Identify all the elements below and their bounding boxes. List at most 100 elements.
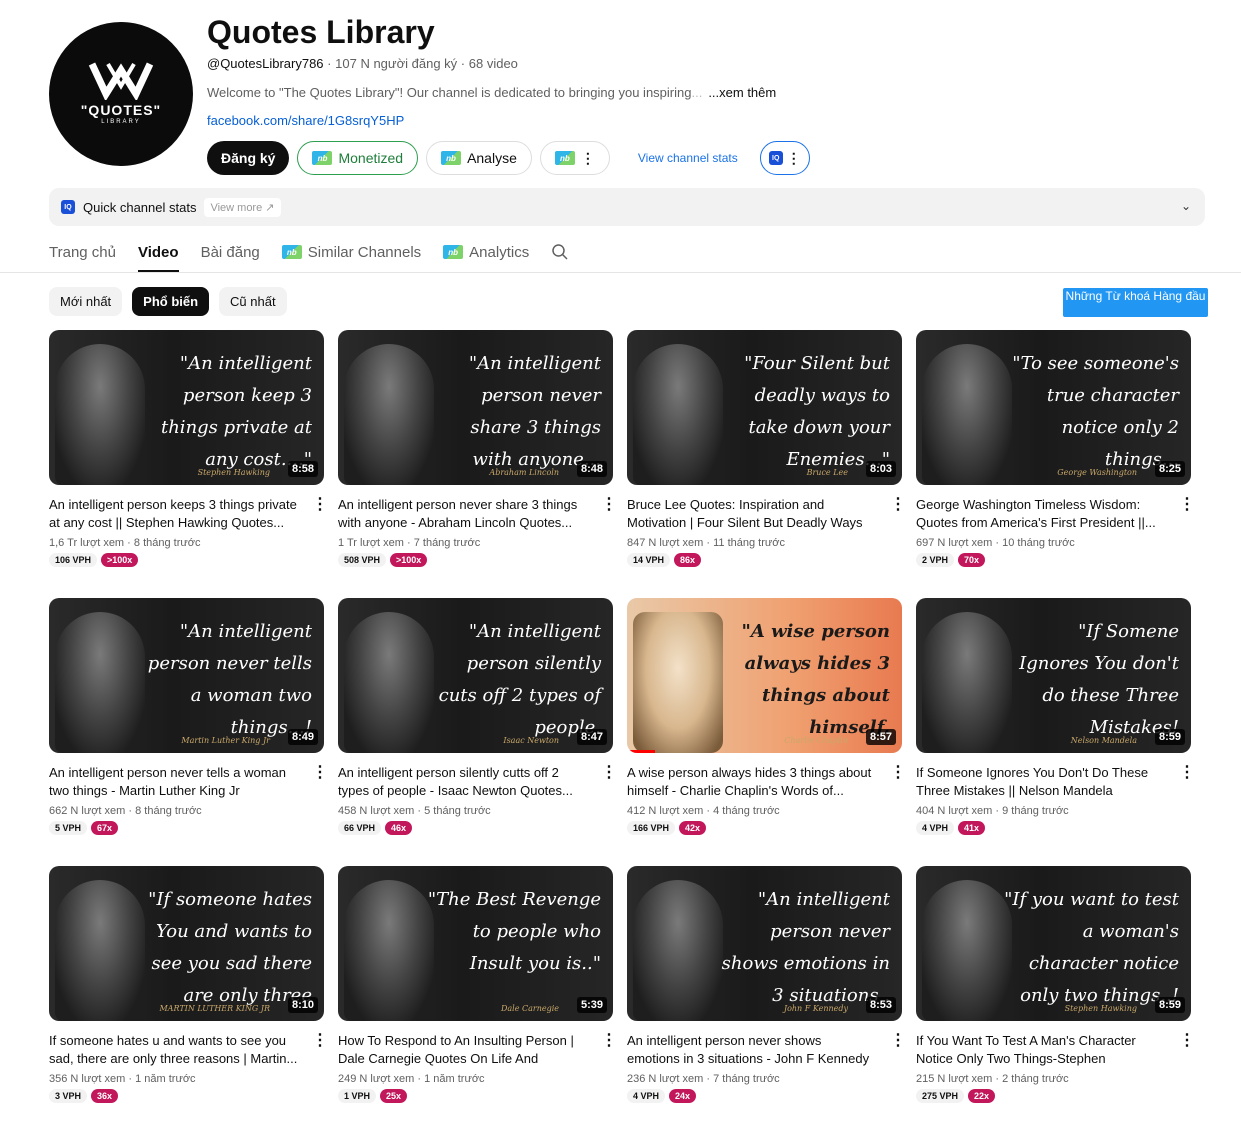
- video-card[interactable]: "The Best Revenge to people who Insult y…: [338, 866, 617, 1134]
- channel-avatar[interactable]: "QUOTES" LIBRARY: [49, 22, 193, 166]
- subscribe-button[interactable]: Đăng ký: [207, 141, 290, 175]
- video-meta: 356 N lượt xem · 1 năm trước: [49, 1073, 196, 1085]
- channel-link[interactable]: facebook.com/share/1G8srqY5HP: [207, 113, 404, 128]
- video-meta: 697 N lượt xem · 10 tháng trước: [916, 537, 1075, 549]
- more-vert-icon[interactable]: ⋮: [601, 764, 617, 782]
- video-title[interactable]: If Someone Ignores You Don't Do These Th…: [916, 764, 1166, 800]
- more-vert-icon[interactable]: ⋮: [1179, 1032, 1195, 1050]
- vph-badge: 106 VPH: [49, 553, 98, 567]
- more-vert-icon[interactable]: ⋮: [1179, 764, 1195, 782]
- video-card[interactable]: "An intelligent person never tells a wom…: [49, 598, 328, 866]
- quick-stats-bar[interactable]: IQ Quick channel stats View more ↗ ⌄: [49, 188, 1205, 226]
- portrait-image: [55, 612, 145, 753]
- vph-badge: 5 VPH: [49, 821, 88, 835]
- video-badges: 106 VPH >100x: [49, 553, 139, 567]
- video-title[interactable]: If You Want To Test A Man's Character No…: [916, 1032, 1166, 1068]
- more-vert-icon[interactable]: ⋮: [601, 1032, 617, 1050]
- more-vert-icon[interactable]: ⋮: [312, 496, 328, 514]
- more-vert-icon[interactable]: ⋮: [312, 764, 328, 782]
- tab-videos[interactable]: Video: [137, 232, 179, 272]
- chevron-down-icon[interactable]: ⌄: [1181, 199, 1191, 213]
- vph-badge: 4 VPH: [916, 821, 955, 835]
- outlier-badge: >100x: [390, 553, 428, 567]
- more-vert-icon[interactable]: ⋮: [1179, 496, 1195, 514]
- video-thumbnail[interactable]: "If Somene Ignores You don't do these Th…: [916, 598, 1191, 753]
- view-more-link[interactable]: View more ↗: [204, 197, 281, 217]
- video-thumbnail[interactable]: "To see someone's true character notice …: [916, 330, 1191, 485]
- view-channel-stats-link[interactable]: View channel stats: [638, 151, 738, 165]
- video-card[interactable]: "A wise person always hides 3 things abo…: [627, 598, 906, 866]
- video-thumbnail[interactable]: "A wise person always hides 3 things abo…: [627, 598, 902, 753]
- video-card[interactable]: "If you want to test a woman's character…: [916, 866, 1195, 1134]
- video-badges: 508 VPH >100x: [338, 553, 428, 567]
- chip-oldest[interactable]: Cũ nhất: [219, 287, 287, 316]
- video-title[interactable]: An intelligent person silently cutts off…: [338, 764, 588, 800]
- tab-posts[interactable]: Bài đăng: [201, 232, 260, 272]
- video-thumbnail[interactable]: "An intelligent person silently cuts off…: [338, 598, 613, 753]
- upload-age: 7 tháng trước: [713, 1073, 780, 1085]
- video-title[interactable]: A wise person always hides 3 things abou…: [627, 764, 877, 800]
- video-title[interactable]: An intelligent person never share 3 thin…: [338, 496, 588, 532]
- meta-sep: ·: [706, 1073, 711, 1085]
- monetized-button[interactable]: nb Monetized: [297, 141, 419, 175]
- analyse-button[interactable]: nb Analyse: [426, 141, 532, 175]
- more-vert-icon[interactable]: ⋮: [890, 764, 906, 782]
- view-more-label: View more: [210, 201, 263, 214]
- video-title[interactable]: An intelligent person never shows emotio…: [627, 1032, 877, 1068]
- video-title[interactable]: An intelligent person never tells a woma…: [49, 764, 299, 800]
- video-card[interactable]: "An intelligent person never shows emoti…: [627, 866, 906, 1134]
- more-vert-icon[interactable]: ⋮: [601, 496, 617, 514]
- channel-actions: Đăng ký nb Monetized nb Analyse nb ⋮ View c…: [207, 141, 810, 175]
- video-card[interactable]: "An intelligent person silently cuts off…: [338, 598, 617, 866]
- more-vert-icon[interactable]: ⋮: [312, 1032, 328, 1050]
- video-thumbnail[interactable]: "If you want to test a woman's character…: [916, 866, 1191, 1021]
- video-card[interactable]: "If Somene Ignores You don't do these Th…: [916, 598, 1195, 866]
- chip-popular[interactable]: Phổ biến: [132, 287, 210, 316]
- video-card[interactable]: "If someone hates You and wants to see y…: [49, 866, 328, 1134]
- vidiq-menu-button[interactable]: IQ ⋮: [759, 141, 810, 175]
- nexlev-more-button[interactable]: nb ⋮: [539, 141, 610, 175]
- video-title[interactable]: How To Respond to An Insulting Person | …: [338, 1032, 588, 1068]
- thumbnail-signature: Isaac Newton: [503, 736, 559, 745]
- video-meta: 412 N lượt xem · 4 tháng trước: [627, 805, 780, 817]
- video-card[interactable]: "To see someone's true character notice …: [916, 330, 1195, 598]
- chip-latest[interactable]: Mới nhất: [49, 287, 123, 316]
- search-icon[interactable]: [551, 232, 569, 272]
- video-thumbnail[interactable]: "Four Silent but deadly ways to take dow…: [627, 330, 902, 485]
- outlier-badge: >100x: [101, 553, 139, 567]
- analyse-label: Analyse: [467, 150, 517, 166]
- nexlev-icon: nb: [441, 151, 462, 165]
- tab-home[interactable]: Trang chủ: [49, 232, 116, 272]
- more-vert-icon[interactable]: ⋮: [890, 1032, 906, 1050]
- video-duration: 8:49: [287, 729, 318, 745]
- video-card[interactable]: "An intelligent person never share 3 thi…: [338, 330, 617, 598]
- portrait-image: [55, 344, 145, 485]
- top-keywords-button[interactable]: Những Từ khoá Hàng đầu: [1063, 288, 1208, 317]
- video-card[interactable]: "An intelligent person keep 3 things pri…: [49, 330, 328, 598]
- video-thumbnail[interactable]: "If someone hates You and wants to see y…: [49, 866, 324, 1021]
- video-badges: 275 VPH 22x: [916, 1089, 996, 1103]
- video-title[interactable]: If someone hates u and wants to see you …: [49, 1032, 299, 1068]
- portrait-image: [55, 880, 145, 1021]
- show-more-link[interactable]: ...xem thêm: [708, 85, 776, 100]
- video-thumbnail[interactable]: "An intelligent person keep 3 things pri…: [49, 330, 324, 485]
- video-thumbnail[interactable]: "An intelligent person never tells a wom…: [49, 598, 324, 753]
- channel-description[interactable]: Welcome to "The Quotes Library"! Our cha…: [207, 85, 776, 100]
- video-duration: 8:03: [865, 461, 896, 477]
- video-duration: 5:39: [576, 997, 607, 1013]
- tab-analytics[interactable]: nb Analytics: [443, 232, 529, 272]
- tab-similar-channels[interactable]: nb Similar Channels: [281, 232, 421, 272]
- video-thumbnail[interactable]: "An intelligent person never share 3 thi…: [338, 330, 613, 485]
- upload-age: 8 tháng trước: [133, 537, 201, 549]
- video-card[interactable]: "Four Silent but deadly ways to take dow…: [627, 330, 906, 598]
- video-title[interactable]: George Washington Timeless Wisdom: Quote…: [916, 496, 1166, 532]
- more-vert-icon[interactable]: ⋮: [890, 496, 906, 514]
- video-thumbnail[interactable]: "An intelligent person never shows emoti…: [627, 866, 902, 1021]
- video-title[interactable]: Bruce Lee Quotes: Inspiration and Motiva…: [627, 496, 877, 532]
- thumbnail-signature: John F Kennedy: [783, 1004, 848, 1013]
- video-title[interactable]: An intelligent person keeps 3 things pri…: [49, 496, 299, 532]
- video-badges: 4 VPH 24x: [627, 1089, 697, 1103]
- portrait-image: [633, 880, 723, 1021]
- upload-age: 5 tháng trước: [424, 805, 491, 817]
- video-thumbnail[interactable]: "The Best Revenge to people who Insult y…: [338, 866, 613, 1021]
